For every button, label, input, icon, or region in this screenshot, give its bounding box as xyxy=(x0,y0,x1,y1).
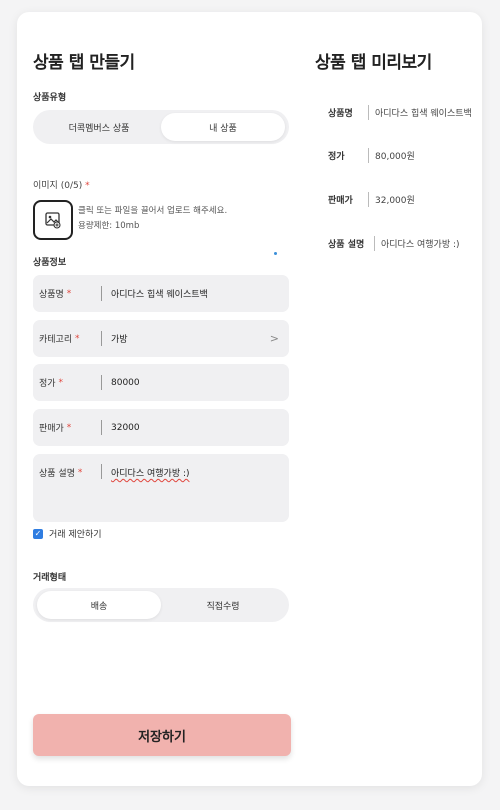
field-label: 정가 * xyxy=(39,364,63,401)
trade-type-label: 거래형태 xyxy=(33,573,67,583)
field-label-text: 상품명 xyxy=(39,290,64,300)
preview-row-description: 상품 설명 아디다스 여행가방 :) xyxy=(328,236,460,251)
required-mark: * xyxy=(58,377,63,388)
field-label: 판매가 * xyxy=(39,409,71,446)
preview-divider xyxy=(374,236,375,251)
required-mark: * xyxy=(77,467,83,478)
upload-text-line2: 용량제한: 10mb xyxy=(78,221,140,231)
trade-type-option-pickup[interactable]: 직접수령 xyxy=(161,591,285,619)
chevron-right-icon[interactable]: > xyxy=(270,320,279,357)
field-label-text: 판매가 xyxy=(39,424,64,434)
preview-row-list-price: 정가 80,000원 xyxy=(328,148,415,163)
trade-type-option-delivery[interactable]: 배송 xyxy=(37,591,161,619)
product-type-option-mine[interactable]: 내 상품 xyxy=(161,113,285,141)
trade-offer-label: 거래 제안하기 xyxy=(49,530,102,540)
description-field[interactable]: 상품 설명 * 아디다스 여행가방 :) xyxy=(33,454,289,522)
required-mark: * xyxy=(75,333,80,344)
product-type-toggle: 더콕멤버스 상품 내 상품 xyxy=(33,110,289,144)
checkbox-checked-icon[interactable]: ✓ xyxy=(33,528,43,539)
trade-type-toggle: 배송 직접수령 xyxy=(33,588,289,622)
required-mark: * xyxy=(66,288,72,299)
required-mark: * xyxy=(66,422,72,433)
category-select[interactable]: 가방 xyxy=(111,320,128,357)
preview-value: 아디다스 힙색 웨이스트백 xyxy=(375,109,472,119)
preview-value: 80,000원 xyxy=(375,152,415,162)
field-divider xyxy=(101,420,102,435)
preview-value: 아디다스 여행가방 :) xyxy=(381,240,460,250)
field-label-text: 정가 xyxy=(39,379,56,389)
field-label: 상품명 * xyxy=(39,275,71,312)
page-title: 상품 탭 만들기 xyxy=(33,53,135,73)
product-name-input[interactable]: 아디다스 힙색 웨이스트백 xyxy=(111,275,208,312)
image-label-text: 이미지 (0/5) xyxy=(33,181,83,191)
description-textarea[interactable]: 아디다스 여행가방 :) xyxy=(111,466,190,479)
indicator-dot xyxy=(274,252,277,255)
preview-label: 정가 xyxy=(328,152,345,162)
field-label-text: 상품 설명 xyxy=(39,469,75,479)
product-type-label: 상품유형 xyxy=(33,93,67,103)
upload-instructions: 클릭 또는 파일을 끌어서 업로드 해주세요. 용량제한: 10mb xyxy=(78,204,227,234)
image-label: 이미지 (0/5) * xyxy=(33,178,90,191)
field-label-text: 카테고리 xyxy=(39,335,73,345)
preview-label: 판매가 xyxy=(328,196,353,206)
preview-value: 32,000원 xyxy=(375,196,415,206)
sale-price-field[interactable]: 판매가 * 32000 xyxy=(33,409,289,446)
field-divider xyxy=(101,375,102,390)
preview-divider xyxy=(368,105,369,120)
preview-divider xyxy=(368,148,369,163)
product-name-field[interactable]: 상품명 * 아디다스 힙색 웨이스트백 xyxy=(33,275,289,312)
preview-title: 상품 탭 미리보기 xyxy=(315,53,432,73)
upload-text-line1: 클릭 또는 파일을 끌어서 업로드 해주세요. xyxy=(78,206,228,216)
preview-row-name: 상품명 아디다스 힙색 웨이스트백 xyxy=(328,105,472,120)
image-upload-button[interactable] xyxy=(33,200,73,240)
product-info-label: 상품정보 xyxy=(33,258,67,268)
preview-row-sale-price: 판매가 32,000원 xyxy=(328,192,415,207)
field-divider xyxy=(101,464,102,479)
trade-offer-row[interactable]: ✓ 거래 제안하기 xyxy=(33,527,102,540)
list-price-input[interactable]: 80000 xyxy=(111,364,140,401)
required-mark: * xyxy=(85,181,90,191)
product-type-option-thecok[interactable]: 더콕멤버스 상품 xyxy=(37,113,161,141)
sale-price-input[interactable]: 32000 xyxy=(111,409,140,446)
category-field[interactable]: 카테고리 * 가방 > xyxy=(33,320,289,357)
preview-divider xyxy=(368,192,369,207)
preview-label: 상품명 xyxy=(328,109,353,119)
image-upload-icon xyxy=(45,212,61,229)
preview-label: 상품 설명 xyxy=(328,240,365,250)
product-tab-card: 상품 탭 만들기 상품 탭 미리보기 상품유형 더콕멤버스 상품 내 상품 이미… xyxy=(17,12,482,786)
field-divider xyxy=(101,286,102,301)
field-label: 상품 설명 * xyxy=(39,466,83,480)
field-divider xyxy=(101,331,102,346)
list-price-field[interactable]: 정가 * 80000 xyxy=(33,364,289,401)
field-label: 카테고리 * xyxy=(39,320,80,357)
save-button[interactable]: 저장하기 xyxy=(33,714,291,756)
